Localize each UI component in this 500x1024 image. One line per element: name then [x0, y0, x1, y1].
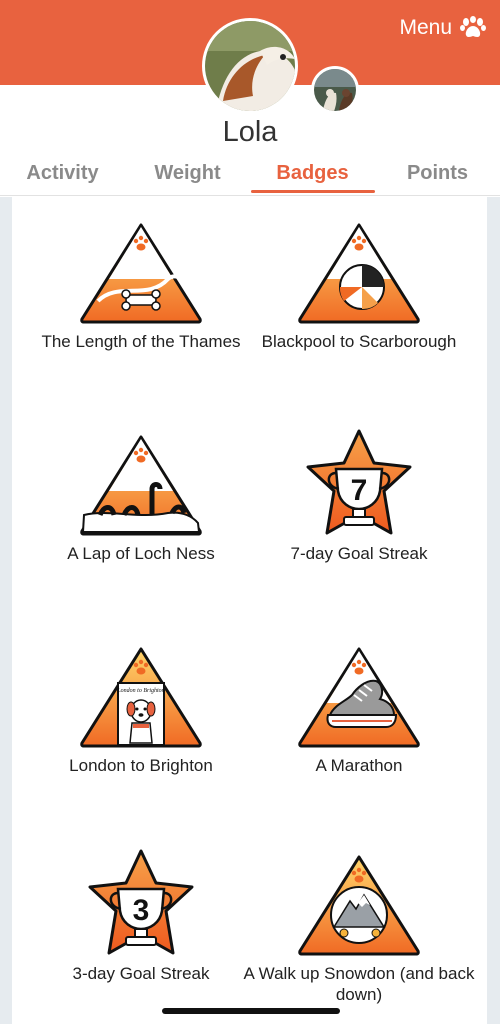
badge-loch-ness[interactable]: A Lap of Loch Ness [21, 433, 261, 564]
badge-label: The Length of the Thames [41, 332, 241, 351]
trophy-badge-icon: 3 [88, 849, 194, 955]
tab-activity[interactable]: Activity [0, 156, 125, 194]
tab-badges[interactable]: Badges [250, 156, 375, 194]
badge-label: A Walk up Snowdon (and back down) [243, 964, 475, 1004]
tab-points[interactable]: Points [375, 156, 500, 194]
pet-name: Lola [222, 116, 278, 148]
badge-label: 3-day Goal Streak [72, 964, 210, 983]
badge-snowdon[interactable]: A Walk up Snowdon (and back down) [239, 853, 479, 1005]
tab-weight[interactable]: Weight [125, 156, 250, 194]
badge-7-day-streak[interactable]: 7 7-day Goal Streak [239, 429, 479, 564]
marathon-badge-icon [298, 647, 420, 748]
badge-3-day-streak[interactable]: 3 3-day Goal Streak [21, 849, 261, 984]
badge-thames[interactable]: The Length of the Thames [21, 221, 261, 352]
menu-label: Menu [399, 16, 452, 39]
dog-photo [205, 21, 295, 111]
blackpool-badge-icon [298, 223, 420, 324]
badge-blackpool[interactable]: Blackpool to Scarborough [239, 221, 479, 352]
badge-london-brighton[interactable]: London to Brighton London to Brighton [21, 645, 261, 776]
streak-number: 7 [351, 474, 368, 507]
streak-number: 3 [133, 894, 150, 927]
badge-label: A Lap of Loch Ness [67, 544, 215, 563]
paw-icon [460, 16, 486, 37]
page-margin-right [487, 197, 500, 1024]
snowdon-badge-icon [298, 855, 420, 956]
badge-label: London to Brighton [69, 756, 213, 775]
home-indicator[interactable] [162, 1008, 340, 1014]
menu-button[interactable]: Menu [399, 16, 486, 40]
badge-marathon[interactable]: A Marathon [239, 645, 479, 776]
badge-label: A Marathon [315, 756, 403, 775]
sign-text: London to Brighton [116, 688, 164, 694]
tab-bar: Activity Weight Badges Points [0, 156, 500, 196]
active-tab-indicator [251, 190, 375, 193]
dogs-photo [314, 69, 356, 111]
badge-label: Blackpool to Scarborough [261, 332, 457, 351]
badge-label: 7-day Goal Streak [290, 544, 428, 563]
page-margin-left [0, 197, 12, 1024]
secondary-pet-avatar[interactable] [311, 66, 359, 114]
london-brighton-badge-icon: London to Brighton [80, 647, 202, 748]
loch-ness-badge-icon [80, 435, 202, 536]
badges-grid: The Length of the Thames Blackpool to Sc… [12, 197, 487, 1024]
pet-avatar[interactable] [202, 18, 298, 114]
trophy-badge-icon: 7 [306, 429, 412, 535]
thames-badge-icon [80, 223, 202, 324]
